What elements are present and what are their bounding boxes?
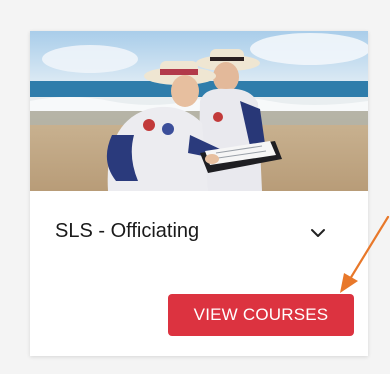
course-card-image: [30, 31, 368, 191]
chevron-down-icon[interactable]: [309, 224, 327, 242]
course-title: SLS - Officiating: [55, 220, 200, 242]
course-card-header[interactable]: SLS - Officiating: [30, 191, 368, 261]
view-courses-button[interactable]: VIEW COURSES: [168, 294, 354, 336]
page: SLS - Officiating VIEW COURSES: [0, 0, 390, 374]
arrow-icon: [340, 215, 390, 293]
course-card: SLS - Officiating VIEW COURSES: [30, 31, 368, 356]
